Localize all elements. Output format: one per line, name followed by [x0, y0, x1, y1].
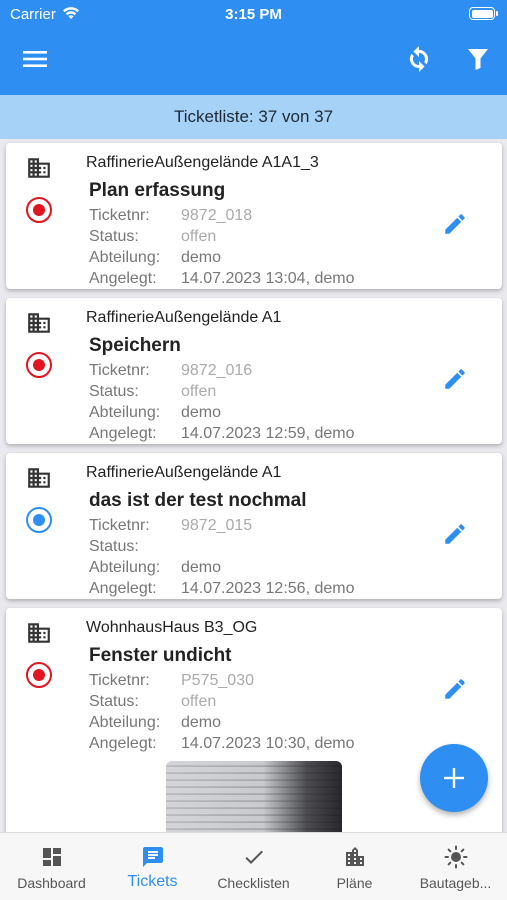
tab-tickets[interactable]: Tickets [102, 833, 203, 900]
ticket-location: RaffinerieAußengelände A1 [86, 464, 282, 481]
ticketnr-label: Ticketnr: [89, 672, 150, 689]
ticketnr-label: Ticketnr: [89, 362, 150, 379]
ticket-location: RaffinerieAußengelände A1A1_3 [86, 154, 319, 171]
ticket-icon [102, 845, 203, 869]
ticket-title: Speichern [89, 335, 181, 356]
ticketnr-value: 9872_015 [181, 517, 253, 534]
abteilung-value: demo [181, 249, 222, 266]
ticket-photo-thumbnail[interactable] [166, 761, 342, 832]
angelegt-value: 14.07.2023 10:30, demo [181, 735, 355, 752]
angelegt-value: 14.07.2023 13:04, demo [181, 270, 355, 287]
edit-pencil-icon[interactable] [442, 521, 468, 547]
ticket-count-label: Ticketliste: 37 von 37 [173, 107, 334, 126]
tab-label: Dashboard [17, 875, 86, 891]
ticket-card[interactable]: RaffinerieAußengelände A1A1_3 Plan erfas… [6, 143, 502, 289]
building-icon [26, 155, 52, 181]
ticket-count-header: Ticketliste: 37 von 37 [0, 95, 507, 139]
status-label: Status: [89, 383, 139, 400]
status-indicator-icon [26, 352, 52, 378]
edit-pencil-icon[interactable] [442, 366, 468, 392]
status-bar: Carrier 3:15 PM [0, 0, 507, 30]
checkmark-icon [203, 845, 304, 869]
tab-label: Tickets [127, 873, 178, 890]
ticketnr-value: P575_030 [181, 672, 254, 689]
building-icon [26, 465, 52, 491]
sun-icon [405, 845, 506, 869]
status-indicator-icon [26, 507, 52, 533]
ticket-card[interactable]: RaffinerieAußengelände A1 das ist der te… [6, 453, 502, 599]
status-indicator-icon [26, 197, 52, 223]
tab-plaene[interactable]: Pläne [304, 833, 405, 900]
abteilung-label: Abteilung: [89, 714, 161, 731]
angelegt-label: Angelegt: [89, 580, 157, 597]
abteilung-value: demo [181, 404, 222, 421]
edit-pencil-icon[interactable] [442, 211, 468, 237]
add-ticket-button[interactable] [420, 744, 488, 812]
abteilung-value: demo [181, 559, 222, 576]
ticket-location: RaffinerieAußengelände A1 [86, 309, 282, 326]
edit-pencil-icon[interactable] [442, 676, 468, 702]
abteilung-label: Abteilung: [89, 249, 161, 266]
tab-label: Bautageb... [419, 875, 492, 891]
ticket-list[interactable]: RaffinerieAußengelände A1A1_3 Plan erfas… [0, 139, 507, 832]
ticket-title: Plan erfassung [89, 180, 226, 201]
building-icon [304, 845, 405, 869]
dashboard-icon [1, 845, 102, 869]
status-label: Status: [89, 693, 139, 710]
building-icon [26, 310, 52, 336]
angelegt-value: 14.07.2023 12:56, demo [181, 580, 355, 597]
angelegt-label: Angelegt: [89, 425, 157, 442]
abteilung-label: Abteilung: [89, 559, 161, 576]
ticket-title: Fenster undicht [89, 645, 232, 666]
building-icon [26, 620, 52, 646]
ticket-title: das ist der test nochmal [89, 490, 307, 511]
status-value: offen [181, 693, 217, 710]
status-label: Status: [89, 538, 139, 555]
filter-icon[interactable] [461, 42, 495, 76]
ticketnr-label: Ticketnr: [89, 517, 150, 534]
tab-label: Checklisten [217, 875, 290, 891]
tab-label: Pläne [336, 875, 373, 891]
angelegt-label: Angelegt: [89, 735, 157, 752]
status-value: offen [181, 383, 217, 400]
battery-icon [469, 7, 498, 20]
abteilung-label: Abteilung: [89, 404, 161, 421]
ticketnr-value: 9872_016 [181, 362, 253, 379]
status-label: Status: [89, 228, 139, 245]
ticket-location: WohnhausHaus B3_OG [86, 619, 258, 636]
abteilung-value: demo [181, 714, 222, 731]
status-value: offen [181, 228, 217, 245]
hamburger-menu-icon[interactable] [18, 42, 52, 76]
tab-checklisten[interactable]: Checklisten [203, 833, 304, 900]
ticketnr-value: 9872_018 [181, 207, 253, 224]
ticketnr-label: Ticketnr: [89, 207, 150, 224]
angelegt-label: Angelegt: [89, 270, 157, 287]
top-app-bar: Carrier 3:15 PM [0, 0, 507, 95]
tab-dashboard[interactable]: Dashboard [1, 833, 102, 900]
bottom-tab-bar: Dashboard Tickets Checklisten Pläne Baut… [0, 832, 507, 900]
plus-icon [444, 768, 464, 788]
angelegt-value: 14.07.2023 12:59, demo [181, 425, 355, 442]
status-indicator-icon [26, 662, 52, 688]
clock: 3:15 PM [225, 6, 282, 23]
sync-icon[interactable] [402, 42, 436, 76]
ticket-card[interactable]: RaffinerieAußengelände A1 Speichern Tick… [6, 298, 502, 444]
tab-bautagebuch[interactable]: Bautageb... [405, 833, 506, 900]
